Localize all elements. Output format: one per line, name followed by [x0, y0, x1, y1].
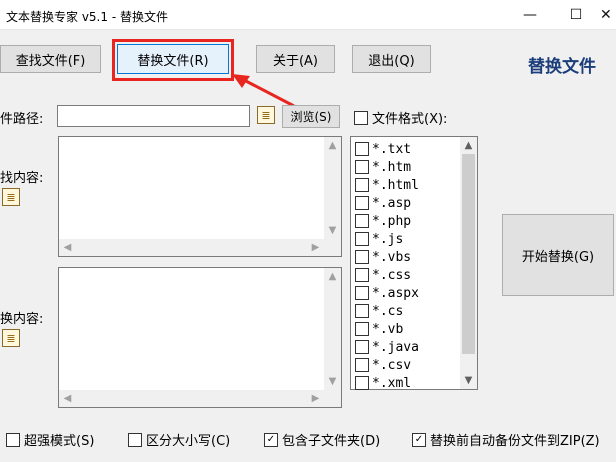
- file-path-input[interactable]: [57, 105, 250, 127]
- case-sensitive-label: 区分大小写(C): [146, 434, 231, 449]
- case-sensitive-option[interactable]: 区分大小写(C): [128, 430, 230, 449]
- minimize-button[interactable]: —: [507, 0, 553, 30]
- find-horizontal-scrollbar[interactable]: ◀ ▶: [59, 239, 324, 256]
- file-type-item[interactable]: *.html: [355, 176, 419, 194]
- replace-horizontal-scrollbar[interactable]: ◀ ▶: [59, 390, 324, 407]
- scroll-left-icon[interactable]: ◀: [59, 242, 76, 253]
- start-replace-button[interactable]: 开始替换(G): [502, 214, 614, 296]
- file-type-checkbox[interactable]: [355, 376, 369, 390]
- scroll-corner: [324, 239, 341, 256]
- scroll-down-icon[interactable]: ▼: [460, 375, 477, 386]
- case-sensitive-checkbox[interactable]: [128, 432, 142, 447]
- file-type-checkbox[interactable]: [355, 250, 369, 264]
- super-mode-checkbox[interactable]: [6, 432, 20, 447]
- file-type-label: *.txt: [372, 141, 412, 157]
- close-button[interactable]: ✕: [600, 0, 616, 30]
- file-type-item[interactable]: *.csv: [355, 356, 419, 374]
- file-type-item[interactable]: *.cs: [355, 302, 419, 320]
- file-type-item[interactable]: *.vbs: [355, 248, 419, 266]
- file-type-checkbox[interactable]: [355, 304, 369, 318]
- find-content-label: 找内容:: [0, 171, 44, 186]
- super-mode-option[interactable]: 超强模式(S): [6, 430, 94, 449]
- file-type-label: *.html: [372, 177, 419, 193]
- find-list-icon[interactable]: ≣: [2, 188, 20, 206]
- backup-zip-checkbox[interactable]: ✓: [412, 432, 426, 447]
- scroll-right-icon[interactable]: ▶: [307, 242, 324, 253]
- scroll-up-icon[interactable]: ▲: [324, 271, 341, 282]
- file-type-checkbox[interactable]: [355, 322, 369, 336]
- file-path-label: 件路径:: [0, 112, 44, 127]
- highlight-box: [112, 39, 234, 81]
- scroll-up-icon[interactable]: ▲: [324, 140, 341, 151]
- file-type-label: *.cs: [372, 303, 404, 319]
- find-vertical-scrollbar[interactable]: ▲ ▼: [324, 137, 341, 239]
- red-arrow-icon: [232, 74, 295, 108]
- scroll-up-icon[interactable]: ▲: [460, 140, 477, 151]
- file-types-items: *.txt *.htm *.html *.asp *.php *.js *.vbs *.css…: [355, 140, 419, 392]
- file-type-item[interactable]: *.htm: [355, 158, 419, 176]
- about-button[interactable]: 关于(A): [256, 45, 335, 73]
- file-type-checkbox[interactable]: [355, 232, 369, 246]
- find-content-textarea[interactable]: ▲ ▼ ◀ ▶: [58, 136, 342, 257]
- file-type-checkbox[interactable]: [355, 286, 369, 300]
- file-types-list[interactable]: *.txt *.htm *.html *.asp *.php *.js *.vbs *.css…: [350, 136, 478, 392]
- file-type-item[interactable]: *.txt: [355, 140, 419, 158]
- file-type-item[interactable]: *.java: [355, 338, 419, 356]
- browse-button[interactable]: 浏览(S): [282, 105, 340, 128]
- path-list-icon[interactable]: ≣: [257, 106, 275, 124]
- scroll-left-icon[interactable]: ◀: [59, 393, 76, 404]
- file-type-item[interactable]: *.xml: [355, 374, 419, 392]
- file-type-label: *.xml: [372, 375, 412, 391]
- include-subfolders-checkbox[interactable]: ✓: [264, 432, 278, 447]
- file-type-label: *.vb: [372, 321, 404, 337]
- file-type-label: *.asp: [372, 195, 412, 211]
- replace-vertical-scrollbar[interactable]: ▲ ▼: [324, 268, 341, 390]
- file-type-label: *.js: [372, 231, 404, 247]
- backup-zip-label: 替换前自动备份文件到ZIP(Z): [430, 434, 600, 449]
- file-type-checkbox[interactable]: [355, 358, 369, 372]
- file-type-checkbox[interactable]: [355, 142, 369, 156]
- file-type-label: *.csv: [372, 357, 412, 373]
- super-mode-label: 超强模式(S): [24, 434, 95, 449]
- file-type-label: *.aspx: [372, 285, 419, 301]
- find-files-button[interactable]: 查找文件(F): [0, 45, 101, 73]
- file-format-checkbox[interactable]: [354, 110, 368, 125]
- file-type-checkbox[interactable]: [355, 160, 369, 174]
- file-type-item[interactable]: *.css: [355, 266, 419, 284]
- file-type-item[interactable]: *.vb: [355, 320, 419, 338]
- file-type-checkbox[interactable]: [355, 340, 369, 354]
- file-type-checkbox[interactable]: [355, 196, 369, 210]
- file-type-label: *.css: [372, 267, 412, 283]
- title-bar: 文本替换专家 v5.1 - 替换文件 — ☐ ✕: [0, 0, 616, 30]
- file-type-item[interactable]: *.asp: [355, 194, 419, 212]
- file-format-checkbox-row[interactable]: 文件格式(X):: [354, 108, 447, 127]
- window-title: 文本替换专家 v5.1 - 替换文件: [6, 10, 168, 24]
- replace-list-icon[interactable]: ≣: [2, 329, 20, 347]
- backup-zip-option[interactable]: ✓ 替换前自动备份文件到ZIP(Z): [412, 430, 600, 449]
- file-types-scrollbar[interactable]: ▲ ▼: [460, 137, 477, 389]
- file-type-label: *.htm: [372, 159, 412, 175]
- scroll-down-icon[interactable]: ▼: [324, 225, 341, 236]
- scroll-corner: [324, 390, 341, 407]
- file-type-label: *.php: [372, 213, 412, 229]
- brand-title: 替换文件: [528, 57, 596, 77]
- file-type-label: *.vbs: [372, 249, 412, 265]
- scroll-thumb[interactable]: [462, 154, 475, 354]
- file-type-item[interactable]: *.aspx: [355, 284, 419, 302]
- replace-content-textarea[interactable]: ▲ ▼ ◀ ▶: [58, 267, 342, 408]
- file-type-checkbox[interactable]: [355, 268, 369, 282]
- file-format-label: 文件格式(X):: [372, 112, 448, 127]
- file-type-checkbox[interactable]: [355, 214, 369, 228]
- maximize-button[interactable]: ☐: [553, 0, 599, 30]
- exit-button[interactable]: 退出(Q): [352, 45, 431, 73]
- scroll-right-icon[interactable]: ▶: [307, 393, 324, 404]
- file-type-item[interactable]: *.js: [355, 230, 419, 248]
- scroll-down-icon[interactable]: ▼: [324, 376, 341, 387]
- file-type-checkbox[interactable]: [355, 178, 369, 192]
- replace-content-label: 换内容:: [0, 312, 44, 327]
- include-subfolders-label: 包含子文件夹(D): [282, 434, 381, 449]
- file-type-item[interactable]: *.php: [355, 212, 419, 230]
- include-subfolders-option[interactable]: ✓ 包含子文件夹(D): [264, 430, 380, 449]
- file-type-label: *.java: [372, 339, 419, 355]
